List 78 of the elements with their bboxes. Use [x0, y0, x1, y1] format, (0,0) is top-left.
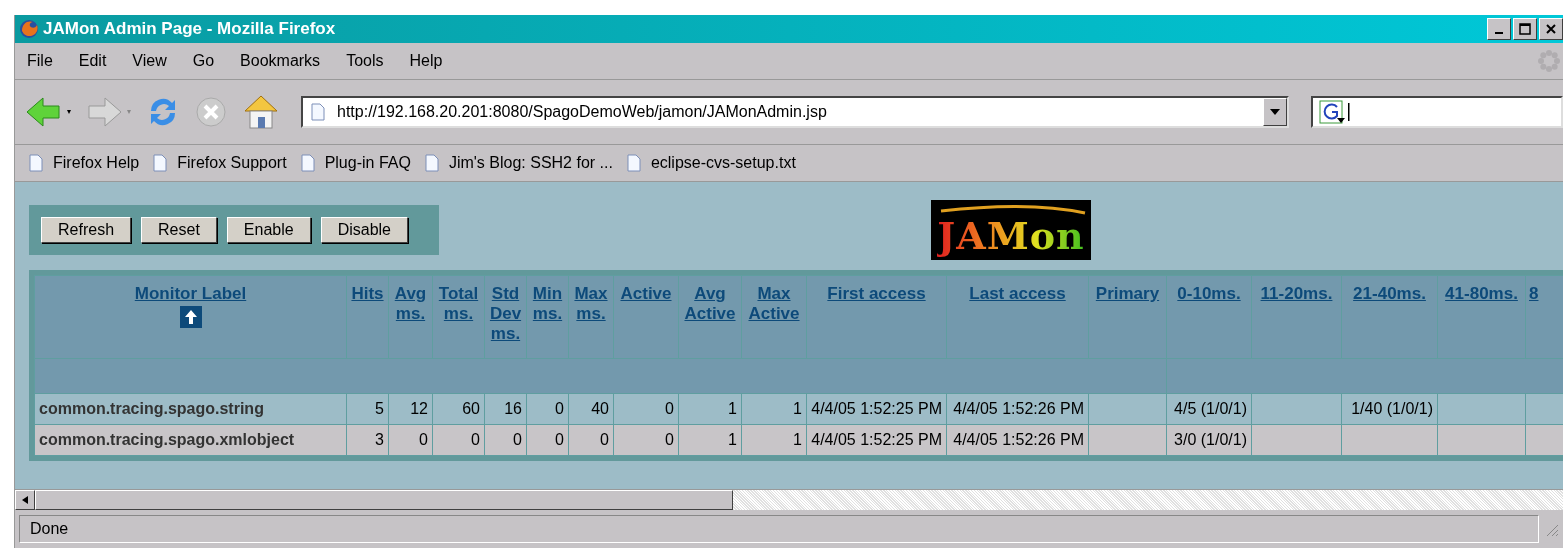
- table-cell: 4/4/05 1:52:26 PM: [953, 400, 1084, 417]
- table-cell: 3/0 (1/0/1): [1174, 431, 1247, 448]
- bookmark-link[interactable]: eclipse-cvs-setup.txt: [626, 154, 796, 172]
- sort-ascending-icon[interactable]: [179, 306, 202, 328]
- table-cell: 1: [728, 431, 737, 448]
- table-cell: 0: [600, 431, 609, 448]
- table-cell: 1/40 (1/0/1): [1351, 400, 1433, 417]
- column-header-link[interactable]: Monitor Label: [134, 284, 247, 304]
- table-cell: 1: [793, 400, 802, 417]
- table-cell: 3: [375, 431, 384, 448]
- table-cell: 5: [375, 400, 384, 417]
- column-header-link[interactable]: 8: [1529, 284, 1539, 304]
- window-title: JAMon Admin Page - Mozilla Firefox: [43, 19, 337, 39]
- table-cell: 0: [555, 431, 564, 448]
- table-cell: 12: [410, 400, 428, 417]
- page-icon: [153, 154, 168, 172]
- action-button[interactable]: Refresh: [41, 217, 132, 243]
- table-cell: 40: [591, 400, 609, 417]
- table-cell: 60: [462, 400, 480, 417]
- table-cell: 4/5 (1/0/1): [1174, 400, 1247, 417]
- action-button[interactable]: Reset: [141, 217, 217, 243]
- page-icon: [300, 154, 315, 172]
- table-cell: 1: [728, 400, 737, 417]
- bookmark-link[interactable]: Plug-in FAQ: [300, 154, 411, 172]
- table-cell: 0: [513, 431, 522, 448]
- table-cell: 0: [665, 400, 674, 417]
- action-button[interactable]: Disable: [320, 217, 408, 243]
- menu-item[interactable]: Edit: [78, 52, 107, 70]
- column-header-link[interactable]: Last access: [969, 284, 1066, 304]
- bookmark-link[interactable]: Firefox Help: [29, 154, 140, 172]
- minimize-button[interactable]: [1487, 18, 1511, 40]
- maximize-icon: [1519, 23, 1531, 35]
- close-button[interactable]: [1539, 18, 1563, 40]
- menu-item[interactable]: File: [27, 52, 53, 70]
- menu-item[interactable]: Go: [192, 52, 215, 70]
- monitor-label: common.tracing.spago.string: [39, 400, 264, 417]
- table-cell: 0: [419, 431, 428, 448]
- action-button[interactable]: Enable: [226, 217, 311, 243]
- maximize-button[interactable]: [1513, 18, 1537, 40]
- column-header-link[interactable]: Hits: [351, 284, 384, 304]
- table-cell: 0: [665, 431, 674, 448]
- status-text: Done: [30, 520, 69, 538]
- left-arrow-icon: [22, 496, 28, 504]
- menu-item[interactable]: Bookmarks: [240, 52, 321, 70]
- column-header-link[interactable]: 21-40ms.: [1353, 284, 1426, 304]
- scroll-left-button[interactable]: [15, 490, 35, 510]
- address-field[interactable]: http://192.168.20.201:8080/SpagoDemoWeb/jamon/JAMonAdmin.jsp: [301, 96, 1289, 128]
- menu-item[interactable]: View: [132, 52, 167, 70]
- column-header-link[interactable]: First access: [827, 284, 926, 304]
- page-icon: [311, 103, 325, 121]
- caret-icon: [1270, 109, 1280, 115]
- logo: JAMon: [931, 200, 1091, 260]
- monitor-label: common.tracing.spago.xmlobject: [39, 431, 295, 448]
- table-cell: 1: [793, 431, 802, 448]
- firefox-icon: [19, 19, 39, 39]
- close-icon: [1546, 24, 1556, 34]
- table-cell: 0: [555, 400, 564, 417]
- menu-item[interactable]: Tools: [346, 52, 384, 70]
- page-icon: [424, 154, 439, 172]
- bookmark-link[interactable]: Firefox Support: [153, 154, 287, 172]
- page-icon: [29, 154, 43, 172]
- page-icon: [626, 154, 641, 172]
- column-header-link[interactable]: Active: [620, 284, 672, 304]
- minimize-icon: [1495, 32, 1503, 34]
- column-header-link[interactable]: 41-80ms.: [1445, 284, 1518, 304]
- table-cell: 4/4/05 1:52:25 PM: [811, 400, 942, 417]
- column-header-link[interactable]: 11-20ms.: [1260, 284, 1333, 304]
- bookmark-link[interactable]: Jim's Blog: SSH2 for ...: [424, 154, 613, 172]
- table-cell: 0: [471, 431, 480, 448]
- search-engine-icon: [1319, 100, 1351, 124]
- table-cell: 16: [504, 400, 522, 417]
- menu-item[interactable]: Help: [409, 52, 443, 70]
- table-cell: 4/4/05 1:52:26 PM: [953, 431, 1084, 448]
- column-header-link[interactable]: 0-10ms.: [1177, 284, 1241, 304]
- table-cell: 4/4/05 1:52:25 PM: [811, 431, 942, 448]
- search-field[interactable]: [1311, 96, 1563, 128]
- column-header-link[interactable]: Primary: [1095, 284, 1160, 304]
- dropdown-button[interactable]: [1263, 98, 1287, 126]
